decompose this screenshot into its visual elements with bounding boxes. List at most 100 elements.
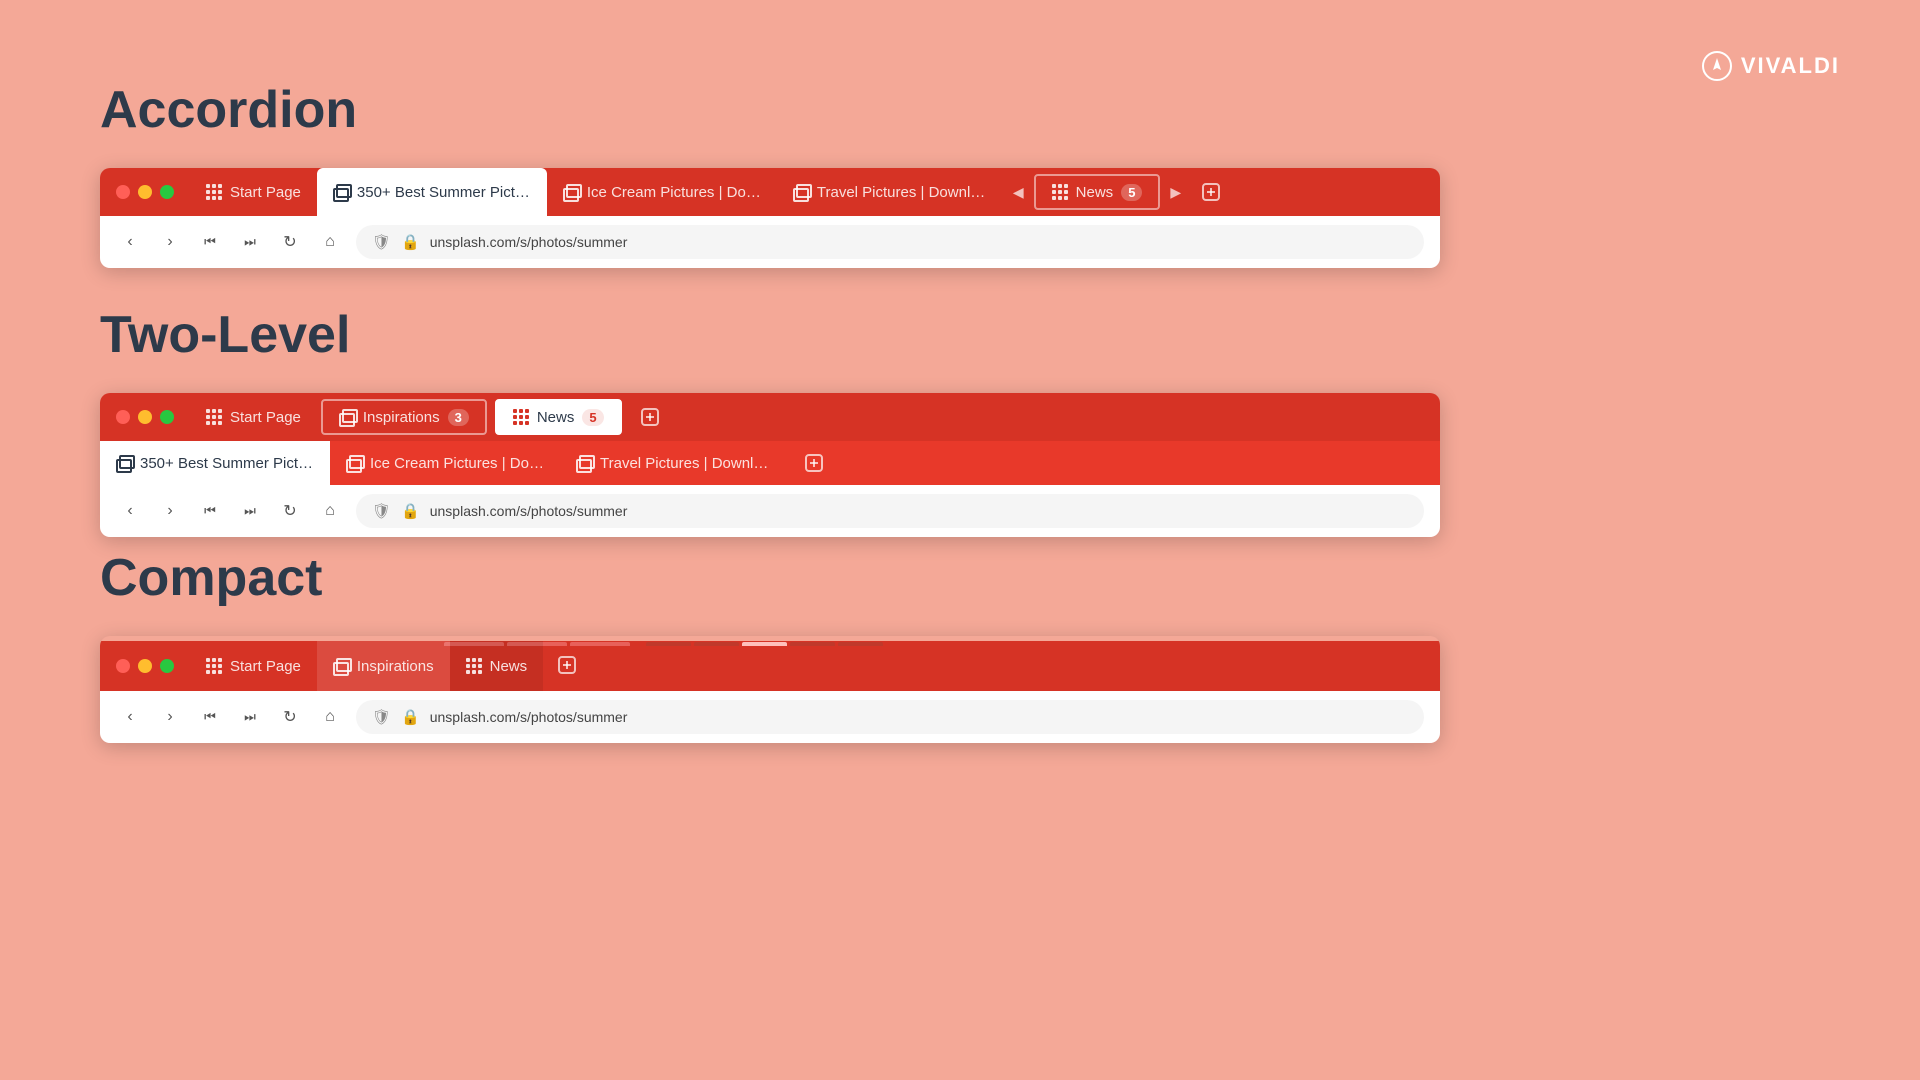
tab-label: Start Page bbox=[230, 658, 301, 675]
accordion-tab-bar: Start Page 350+ Best Summer Pictur… Ice … bbox=[100, 168, 1440, 216]
twolevel-section: Two-Level Start Page bbox=[100, 305, 1920, 537]
tab-label: Ice Cream Pictures | Down bbox=[370, 455, 544, 472]
rewind-button[interactable]: ⏮ bbox=[196, 703, 224, 731]
tab-start-page[interactable]: Start Page bbox=[190, 168, 317, 216]
tab-travel[interactable]: Travel Pictures | Download bbox=[560, 441, 790, 485]
reload-button[interactable]: ↻ bbox=[276, 703, 304, 731]
twolevel-url-bar: ‹ › ⏮ ⏭ ↻ ⌂ 🛡 🔒 unsplash.com/s/photos/su… bbox=[100, 485, 1440, 537]
rewind-button[interactable]: ⏮ bbox=[196, 228, 224, 256]
vivaldi-brand-name: VIVALDI bbox=[1741, 53, 1840, 79]
twolevel-top-tabbar: Start Page Inspirations 3 bbox=[100, 393, 1440, 441]
vivaldi-logo: VIVALDI bbox=[1701, 50, 1840, 82]
stack-icon bbox=[576, 455, 592, 471]
grid-icon bbox=[206, 184, 222, 200]
url-field[interactable]: 🛡 🔒 unsplash.com/s/photos/summer bbox=[356, 225, 1424, 259]
tab-news[interactable]: News bbox=[450, 641, 544, 691]
compact-section: Compact bbox=[100, 548, 1920, 743]
forward-button[interactable]: › bbox=[156, 703, 184, 731]
close-btn[interactable] bbox=[116, 659, 130, 673]
tab-label: News bbox=[1076, 184, 1114, 201]
accordion-heading: Accordion bbox=[100, 80, 1920, 140]
tab-news[interactable]: News 5 bbox=[495, 399, 622, 435]
rewind-button[interactable]: ⏮ bbox=[196, 497, 224, 525]
fast-forward-button[interactable]: ⏭ bbox=[236, 703, 264, 731]
stack-left-arrow[interactable]: ◀ bbox=[1007, 184, 1030, 201]
tab-summer[interactable]: 350+ Best Summer Pictur… bbox=[100, 441, 330, 485]
stack-icon bbox=[793, 184, 809, 200]
reload-button[interactable]: ↻ bbox=[276, 497, 304, 525]
tab-label: Travel Pictures | Download bbox=[817, 184, 991, 201]
stack-right-arrow[interactable]: ▶ bbox=[1164, 184, 1187, 201]
tab-inspirations[interactable]: Inspirations 3 bbox=[321, 399, 487, 435]
add-tab-button-bottom[interactable] bbox=[794, 443, 834, 483]
url-field[interactable]: 🛡 🔒 unsplash.com/s/photos/summer bbox=[356, 700, 1424, 734]
tab-inspirations[interactable]: Inspirations bbox=[317, 641, 450, 691]
back-button[interactable]: ‹ bbox=[116, 703, 144, 731]
lock-icon: 🔒 bbox=[401, 708, 420, 726]
stack-icon bbox=[333, 658, 349, 674]
stack-icon bbox=[563, 184, 579, 200]
fast-forward-button[interactable]: ⏭ bbox=[236, 228, 264, 256]
maximize-btn[interactable] bbox=[160, 410, 174, 424]
add-tab-button[interactable] bbox=[547, 645, 587, 685]
tab-summer[interactable]: 350+ Best Summer Pictur… bbox=[317, 168, 547, 216]
tab-news[interactable]: News 5 bbox=[1034, 174, 1161, 210]
add-tab-button[interactable] bbox=[630, 397, 670, 437]
shield-icon: 🛡 bbox=[372, 502, 391, 520]
tab-label: Start Page bbox=[230, 409, 301, 426]
tab-label: News bbox=[537, 409, 575, 426]
url-text: unsplash.com/s/photos/summer bbox=[430, 709, 628, 725]
minimize-btn[interactable] bbox=[138, 410, 152, 424]
tab-start-page[interactable]: Start Page bbox=[190, 393, 317, 441]
compact-url-bar: ‹ › ⏮ ⏭ ↻ ⌂ 🛡 🔒 unsplash.com/s/photos/su… bbox=[100, 691, 1440, 743]
tab-label: 350+ Best Summer Pictur… bbox=[140, 455, 314, 472]
url-text: unsplash.com/s/photos/summer bbox=[430, 234, 628, 250]
back-button[interactable]: ‹ bbox=[116, 228, 144, 256]
maximize-btn[interactable] bbox=[160, 185, 174, 199]
home-button[interactable]: ⌂ bbox=[316, 703, 344, 731]
minimize-btn[interactable] bbox=[138, 659, 152, 673]
accordion-url-bar: ‹ › ⏮ ⏭ ↻ ⌂ 🛡 🔒 unsplash.com/s/photos/su… bbox=[100, 216, 1440, 268]
tab-travel[interactable]: Travel Pictures | Download bbox=[777, 168, 1007, 216]
compact-heading: Compact bbox=[100, 548, 1920, 608]
stack-icon bbox=[346, 455, 362, 471]
add-tab-button[interactable] bbox=[1191, 172, 1231, 212]
home-button[interactable]: ⌂ bbox=[316, 497, 344, 525]
tab-icecream[interactable]: Ice Cream Pictures | Down bbox=[547, 168, 777, 216]
stack-icon bbox=[116, 455, 132, 471]
shield-icon: 🛡 bbox=[372, 233, 391, 251]
fast-forward-button[interactable]: ⏭ bbox=[236, 497, 264, 525]
home-button[interactable]: ⌂ bbox=[316, 228, 344, 256]
tab-start-page[interactable]: Start Page bbox=[190, 641, 317, 691]
grid-icon bbox=[466, 658, 482, 674]
tab-label: News bbox=[490, 658, 528, 675]
twolevel-heading: Two-Level bbox=[100, 305, 1920, 365]
tab-label: Ice Cream Pictures | Down bbox=[587, 184, 761, 201]
forward-button[interactable]: › bbox=[156, 497, 184, 525]
close-btn[interactable] bbox=[116, 185, 130, 199]
grid-icon bbox=[513, 409, 529, 425]
window-controls bbox=[100, 185, 190, 199]
page-icon bbox=[333, 184, 349, 200]
shield-icon: 🛡 bbox=[372, 708, 391, 726]
url-text: unsplash.com/s/photos/summer bbox=[430, 503, 628, 519]
tab-count: 5 bbox=[1121, 184, 1142, 201]
maximize-btn[interactable] bbox=[160, 659, 174, 673]
tab-label: Inspirations bbox=[357, 658, 434, 675]
tab-label: Travel Pictures | Download bbox=[600, 455, 774, 472]
twolevel-bottom-tabbar: 350+ Best Summer Pictur… Ice Cream Pictu… bbox=[100, 441, 1440, 485]
url-field[interactable]: 🛡 🔒 unsplash.com/s/photos/summer bbox=[356, 494, 1424, 528]
twolevel-browser: Start Page Inspirations 3 bbox=[100, 393, 1440, 537]
minimize-btn[interactable] bbox=[138, 185, 152, 199]
forward-button[interactable]: › bbox=[156, 228, 184, 256]
tab-label: 350+ Best Summer Pictur… bbox=[357, 184, 531, 201]
close-btn[interactable] bbox=[116, 410, 130, 424]
tab-label: Start Page bbox=[230, 184, 301, 201]
lock-icon: 🔒 bbox=[401, 502, 420, 520]
accordion-section: Accordion Start Page bbox=[100, 80, 1920, 268]
window-controls bbox=[100, 393, 190, 441]
reload-button[interactable]: ↻ bbox=[276, 228, 304, 256]
tab-count: 5 bbox=[582, 409, 603, 426]
back-button[interactable]: ‹ bbox=[116, 497, 144, 525]
tab-icecream[interactable]: Ice Cream Pictures | Down bbox=[330, 441, 560, 485]
